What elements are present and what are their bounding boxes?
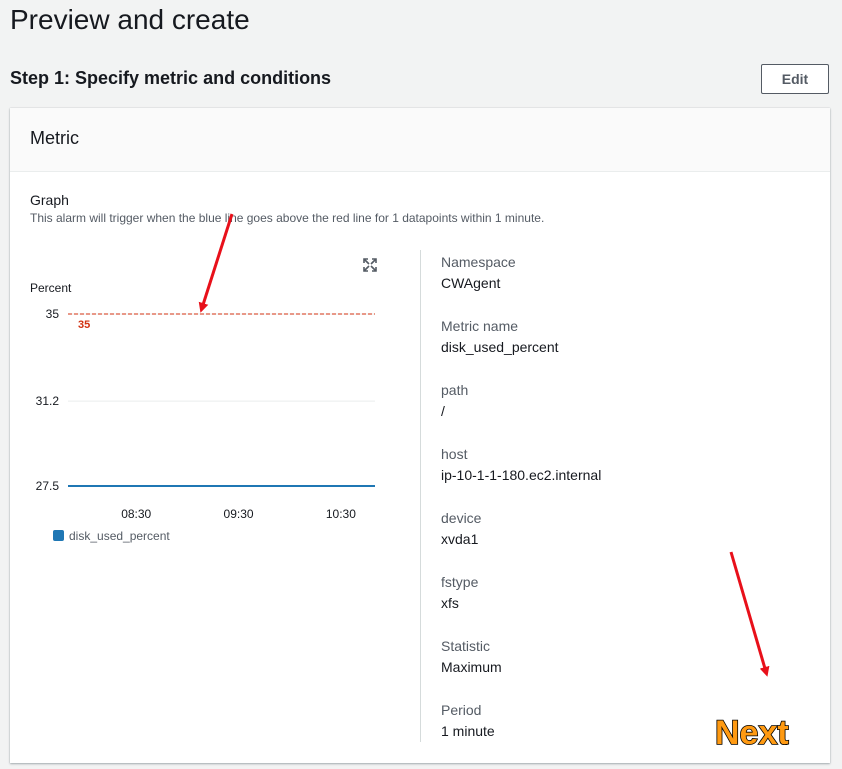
divider: [420, 250, 421, 742]
panel-title: Metric: [30, 128, 79, 148]
detail-value: Maximum: [441, 659, 502, 675]
legend-label: disk_used_percent: [69, 529, 170, 543]
y-tick-label: 27.5: [36, 479, 60, 493]
graph-label: Graph: [30, 192, 69, 208]
detail-key: Statistic: [441, 638, 491, 654]
x-tick-label: 08:30: [121, 507, 151, 521]
metric-panel: Metric Graph This alarm will trigger whe…: [10, 108, 830, 763]
detail-value: xfs: [441, 595, 459, 611]
detail-key: Namespace: [441, 254, 516, 270]
detail-value: disk_used_percent: [441, 339, 559, 355]
page-title: Preview and create: [10, 4, 250, 35]
legend-swatch: [53, 530, 64, 541]
page: Preview and create Step 1: Specify metri…: [0, 0, 842, 769]
detail-path: path /: [441, 382, 801, 419]
detail-key: host: [441, 446, 468, 462]
detail-key: path: [441, 382, 469, 398]
graph-description: This alarm will trigger when the blue li…: [30, 211, 545, 225]
detail-value: xvda1: [441, 531, 479, 547]
y-axis-label: Percent: [30, 281, 72, 295]
detail-value: 1 minute: [441, 723, 495, 739]
detail-namespace: Namespace CWAgent: [441, 254, 801, 291]
detail-key: device: [441, 510, 482, 526]
detail-statistic: Statistic Maximum: [441, 638, 801, 675]
detail-key: Metric name: [441, 318, 519, 334]
y-tick-label: 31.2: [36, 394, 60, 408]
detail-key: fstype: [441, 574, 479, 590]
detail-period: Period 1 minute: [441, 702, 801, 739]
detail-value: CWAgent: [441, 275, 501, 291]
detail-key: Period: [441, 702, 482, 718]
edit-button[interactable]: Edit: [761, 64, 829, 94]
detail-metric-name: Metric name disk_used_percent: [441, 318, 801, 355]
x-tick-label: 09:30: [224, 507, 254, 521]
y-tick-label: 35: [46, 307, 60, 321]
detail-value: ip-10-1-1-180.ec2.internal: [441, 467, 602, 483]
detail-device: device xvda1: [441, 510, 801, 547]
step-title: Step 1: Specify metric and conditions: [10, 68, 332, 88]
detail-host: host ip-10-1-1-180.ec2.internal: [441, 446, 801, 483]
detail-fstype: fstype xfs: [441, 574, 801, 611]
panel-header: Metric: [10, 108, 830, 172]
x-tick-label: 10:30: [326, 507, 356, 521]
threshold-label: 35: [78, 319, 90, 331]
detail-value: /: [441, 403, 445, 419]
metric-chart: Percent 35 31.2 27.5 08:30 09:30 10:30 35 disk_u…: [30, 281, 375, 543]
